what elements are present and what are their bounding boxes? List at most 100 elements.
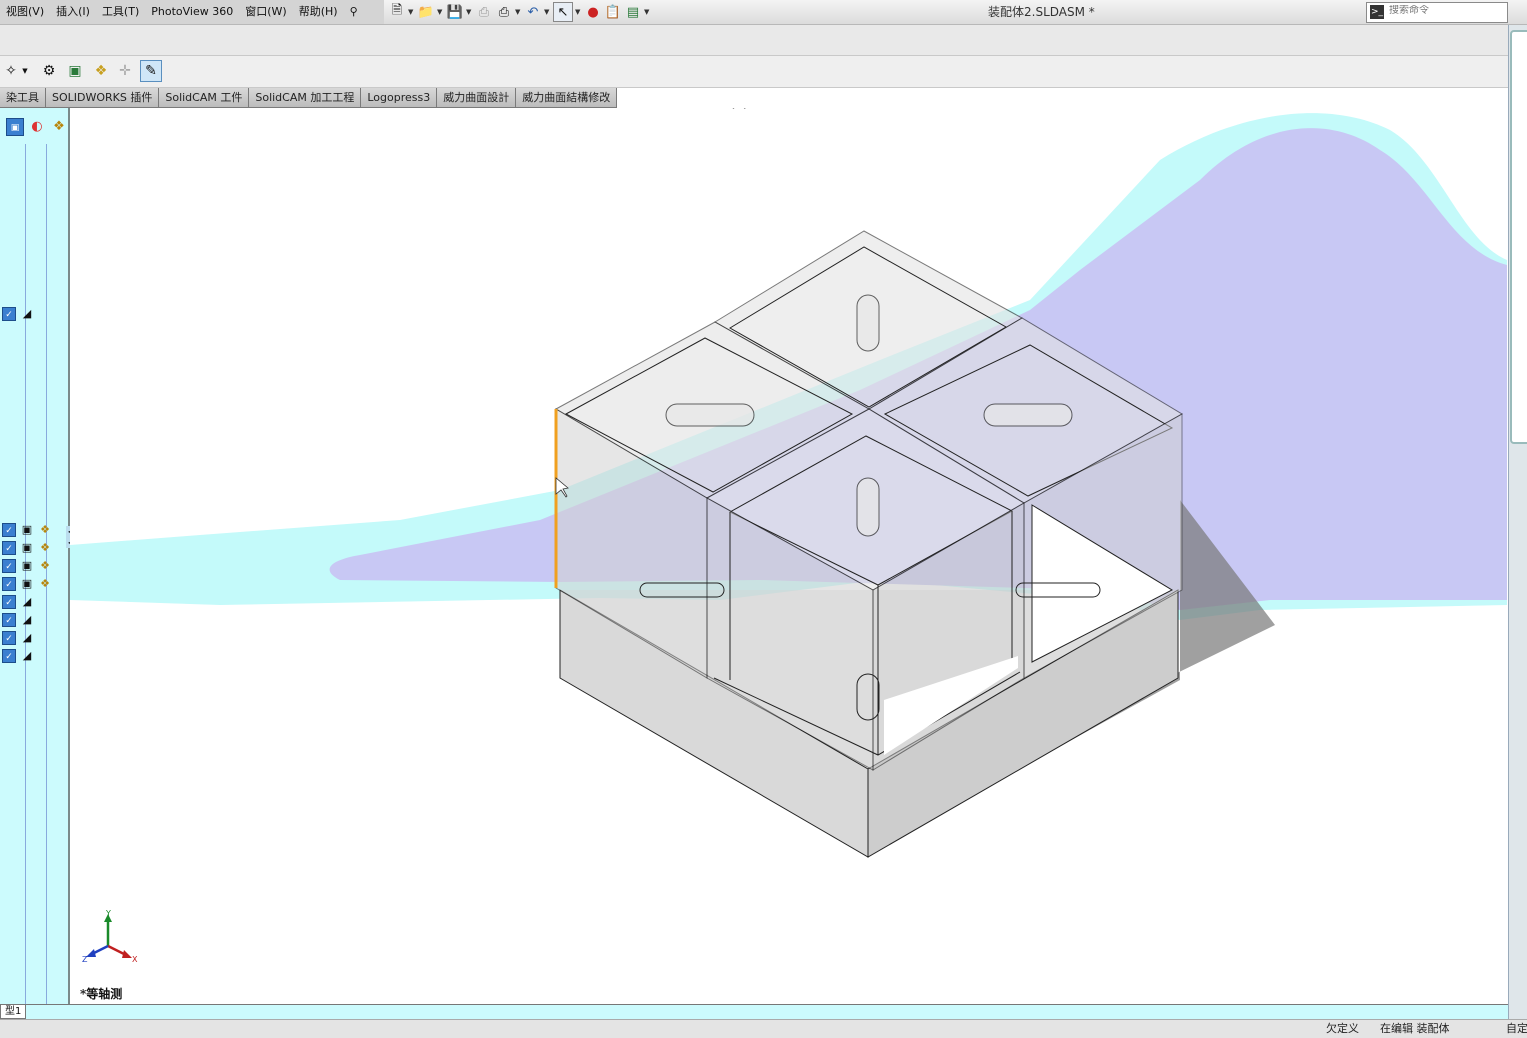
edit-appearance-icon[interactable]: ◐ xyxy=(909,108,929,111)
menu-photoview[interactable]: PhotoView 360 xyxy=(145,0,239,24)
command-prompt-icon: >_ xyxy=(1370,5,1384,19)
print-preview-icon[interactable]: ⎙ xyxy=(475,3,493,21)
mate-icon[interactable]: ⚙ xyxy=(38,60,60,82)
panel-tab-strip: ▣ ◐ ❖ xyxy=(0,118,68,142)
menu-help[interactable]: 帮助(H) xyxy=(293,0,344,24)
tab-solidcam-machining[interactable]: SolidCAM 加工工程 xyxy=(249,88,362,108)
section-view-icon[interactable]: ◫ xyxy=(787,108,807,111)
heads-up-view-toolbar: 🔍 🔎 ✦ ◫ ▦▼ ▣▼ ◎▼ ◐ ❖▼ ▤▼ xyxy=(718,108,995,112)
part-icon: ✓ xyxy=(2,577,16,591)
save-dropdown-icon[interactable]: ▼ xyxy=(466,8,473,16)
feature-tree-tab-icon[interactable]: ▣ xyxy=(6,118,24,136)
tree-row[interactable]: ✓ ▣ ❖ xyxy=(2,576,52,592)
menu-view[interactable]: 视图(V) xyxy=(0,0,50,24)
plane-icon: ◢ xyxy=(22,649,32,662)
smart-fastener-dropdown-icon[interactable]: ▼ xyxy=(20,60,30,82)
dynamic-annotation-icon[interactable]: ▦ xyxy=(810,108,830,111)
hide-show-items-icon[interactable]: ◎ xyxy=(876,108,896,111)
previous-view-icon[interactable]: ✦ xyxy=(764,108,784,111)
select-dropdown-icon[interactable]: ▼ xyxy=(575,8,582,16)
part-icon: ✓ xyxy=(2,613,16,627)
sketch-icon: ▣ xyxy=(21,541,33,554)
tree-row[interactable]: ✓ ◢ xyxy=(2,612,34,628)
tree-row[interactable]: ✓ ▣ ❖ xyxy=(2,522,52,538)
tree-column-divider xyxy=(25,144,26,1004)
undo-dropdown-icon[interactable]: ▼ xyxy=(544,8,551,16)
feature-manager-panel: ▣ ◐ ❖ ✓ ◢ ✓▣❖ ✓▣❖ ✓▣❖ ✓▣❖ ✓◢ ✓◢ ✓◢ ✓◢ ◂◂ xyxy=(0,108,74,1004)
select-cursor-icon[interactable]: ↖ xyxy=(553,2,573,22)
menu-tools[interactable]: 工具(T) xyxy=(96,0,145,24)
tree-row[interactable]: ✓ ◢ xyxy=(2,306,34,322)
rebuild-traffic-light-icon[interactable]: ● xyxy=(584,3,602,21)
graphics-viewport[interactable]: 🔍 🔎 ✦ ◫ ▦▼ ▣▼ ◎▼ ◐ ❖▼ ▤▼ xyxy=(70,108,1507,1004)
reference-triad: Y X Z xyxy=(82,910,138,964)
pin-icon[interactable]: ⚲ xyxy=(344,0,364,24)
zoom-area-icon[interactable]: 🔎 xyxy=(741,108,761,111)
open-dropdown-icon[interactable]: ▼ xyxy=(437,8,444,16)
part-icon: ✓ xyxy=(2,631,16,645)
status-under-defined: 欠定义 xyxy=(1326,1022,1359,1035)
part-icon: ✓ xyxy=(2,595,16,609)
assembly-model-view[interactable] xyxy=(70,108,1507,1004)
plane-icon: ◢ xyxy=(22,613,32,626)
menu-window[interactable]: 窗口(W) xyxy=(239,0,292,24)
tab-model[interactable]: 型1 xyxy=(0,1005,27,1019)
assembly-toolbar: ✧ ▼ ⚙ ▣ ❖ ✛ ✎ xyxy=(0,56,1508,88)
tree-row[interactable]: ✓ ◢ xyxy=(2,630,34,646)
search-box[interactable]: >_ xyxy=(1366,2,1508,23)
smart-fastener-icon[interactable]: ✧ xyxy=(0,60,22,82)
move-component-icon[interactable]: ✛ xyxy=(114,60,136,82)
slot-center xyxy=(856,477,880,537)
tree-row[interactable]: ✓ ◢ xyxy=(2,594,34,610)
apply-scene-icon[interactable]: ❖ xyxy=(932,108,952,111)
menubar: 视图(V) 插入(I) 工具(T) PhotoView 360 窗口(W) 帮助… xyxy=(0,0,1527,25)
material-icon: ❖ xyxy=(40,541,50,554)
material-icon: ❖ xyxy=(40,523,50,536)
part-icon: ✓ xyxy=(2,541,16,555)
tree-row[interactable]: ✓ ▣ ❖ xyxy=(2,540,52,556)
open-folder-icon[interactable]: 📁 xyxy=(417,3,435,21)
appearance-tab-icon[interactable]: ◐ xyxy=(28,118,46,136)
tree-row[interactable]: ✓ ▣ ❖ xyxy=(2,558,52,574)
view-orientation-icon[interactable]: ▣ xyxy=(843,108,863,111)
sketch-icon: ▣ xyxy=(21,577,33,590)
tree-column-divider xyxy=(46,144,47,1004)
status-editing: 在编辑 装配体 xyxy=(1380,1022,1450,1035)
tree-row[interactable]: ✓ ◢ xyxy=(2,648,34,664)
status-bar: 欠定义 在编辑 装配体 自定 xyxy=(0,1019,1527,1038)
print-icon[interactable]: ⎙ xyxy=(495,3,513,21)
save-icon[interactable]: 💾 xyxy=(446,3,464,21)
tab-solidworks-addins[interactable]: SOLIDWORKS 插件 xyxy=(46,88,160,108)
edit-component-icon[interactable]: ✎ xyxy=(140,60,162,82)
tab-logopress3[interactable]: Logopress3 xyxy=(361,88,438,108)
options-dropdown-icon[interactable]: ▼ xyxy=(644,8,651,16)
part-icon: ✓ xyxy=(2,307,16,321)
plane-icon: ◢ xyxy=(22,307,32,320)
status-custom[interactable]: 自定 xyxy=(1506,1020,1527,1038)
material-icon: ❖ xyxy=(40,577,50,590)
print-dropdown-icon[interactable]: ▼ xyxy=(515,8,522,16)
insert-component-icon[interactable]: ▣ xyxy=(64,60,86,82)
view-settings-icon[interactable]: ▤ xyxy=(965,108,985,111)
task-pane-collapsed[interactable] xyxy=(1510,30,1527,444)
triad-x-label: X xyxy=(132,955,138,964)
tab-render-tools[interactable]: 染工具 xyxy=(0,88,46,108)
part-icon: ✓ xyxy=(2,649,16,663)
tab-surface-design[interactable]: 威力曲面設計 xyxy=(437,88,517,108)
new-dropdown-icon[interactable]: ▼ xyxy=(408,8,415,16)
tab-solidcam-stock[interactable]: SolidCAM 工件 xyxy=(159,88,250,108)
options-icon[interactable]: ▤ xyxy=(624,3,642,21)
part-icon: ✓ xyxy=(2,559,16,573)
triad-z-label: Z xyxy=(82,955,88,964)
explode-view-icon[interactable]: ❖ xyxy=(90,60,112,82)
zoom-to-fit-icon[interactable]: 🔍 xyxy=(718,108,738,111)
undo-icon[interactable]: ↶ xyxy=(524,3,542,21)
slot-back xyxy=(856,294,880,352)
display-manager-tab-icon[interactable]: ❖ xyxy=(50,118,68,136)
toolbar-band-empty xyxy=(0,25,1508,56)
file-properties-icon[interactable]: 📋 xyxy=(604,3,622,21)
new-document-icon[interactable]: 🗎 xyxy=(388,3,406,21)
search-input[interactable] xyxy=(1389,5,1501,16)
tab-surface-structure-edit[interactable]: 威力曲面結構修改 xyxy=(516,88,618,108)
menu-insert[interactable]: 插入(I) xyxy=(50,0,96,24)
